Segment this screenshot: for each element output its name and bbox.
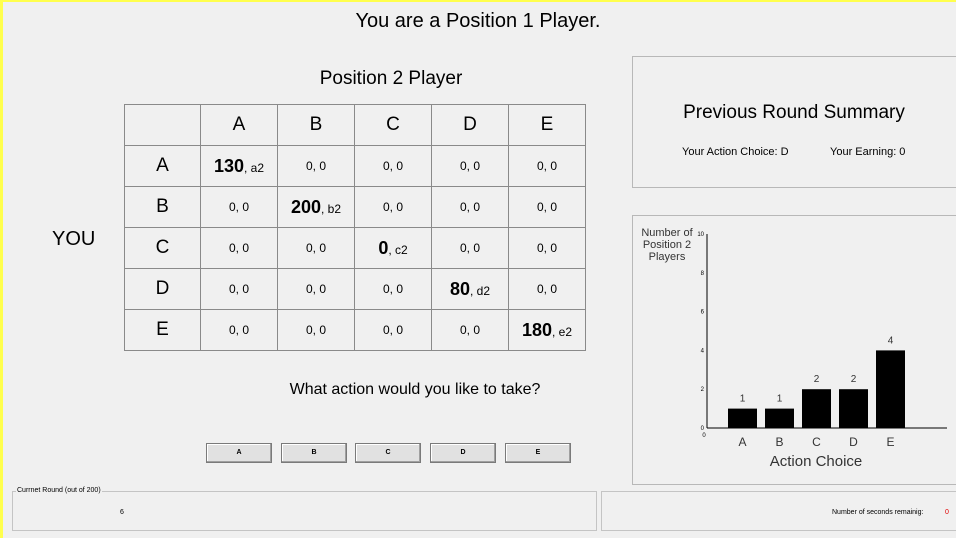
- matrix-col-header: D: [431, 104, 509, 146]
- matrix-cell: 0, 0: [431, 186, 509, 228]
- matrix-cell: 0, 0: [508, 227, 586, 269]
- bar-value-label: 1: [777, 394, 783, 405]
- y-axis-label: Players: [649, 251, 686, 263]
- matrix-row-header: C: [124, 227, 201, 269]
- y-tick-label: 0: [701, 426, 705, 432]
- action-button-a[interactable]: A: [206, 443, 272, 463]
- payoff-separator: ,: [470, 283, 477, 298]
- matrix-cell: 0, 0: [354, 145, 432, 187]
- action-button-c[interactable]: C: [355, 443, 421, 463]
- matrix-cell: 200, b2: [277, 186, 355, 228]
- x-tick-label: D: [849, 435, 858, 449]
- matrix-row-header: D: [124, 268, 201, 310]
- matrix-row-header: E: [124, 309, 201, 351]
- bar: [728, 408, 757, 428]
- matrix-cell: 180, e2: [508, 309, 586, 351]
- action-question: What action would you like to take?: [289, 381, 541, 398]
- matrix-cell: 0, 0: [354, 186, 432, 228]
- payoff-value: 0: [378, 237, 389, 258]
- payoff-symbol: c2: [395, 242, 408, 257]
- action-button-d[interactable]: D: [430, 443, 496, 463]
- matrix-col-header: A: [200, 104, 278, 146]
- x-tick-label: E: [886, 435, 894, 449]
- payoff-separator: ,: [388, 242, 395, 257]
- matrix-col-header: B: [277, 104, 355, 146]
- matrix-cell: 0, 0: [508, 268, 586, 310]
- x-tick-label: C: [812, 435, 821, 449]
- matrix-cell: 0, 0: [200, 186, 278, 228]
- action-button-e[interactable]: E: [505, 443, 571, 463]
- bar-value-label: 1: [740, 394, 746, 405]
- round-value: 6: [120, 509, 124, 516]
- matrix-cell: 0, 0: [200, 268, 278, 310]
- y-tick-label: 10: [697, 232, 704, 238]
- bar: [802, 389, 831, 428]
- payoff-symbol: d2: [476, 283, 491, 298]
- timer-label: Number of seconds remainig:: [832, 509, 924, 516]
- bar-value-label: 2: [851, 374, 857, 385]
- payoff-separator: ,: [321, 201, 328, 216]
- y-tick-label: 6: [701, 310, 705, 316]
- x-axis-label: Action Choice: [770, 453, 863, 470]
- x-tick-label: A: [738, 435, 746, 449]
- matrix-cell: 0, 0: [277, 227, 355, 269]
- matrix-cell: 0, 0: [200, 227, 278, 269]
- timer-value: 0: [945, 509, 949, 516]
- matrix-cell: 0, 0: [277, 268, 355, 310]
- summary-title: Previous Round Summary: [683, 102, 905, 123]
- x-tick-label: B: [775, 435, 783, 449]
- y-tick-label: 2: [701, 387, 705, 393]
- matrix-cell: 80, d2: [431, 268, 509, 310]
- matrix-cell: 0, 0: [508, 186, 586, 228]
- matrix-cell: 0, 0: [508, 145, 586, 187]
- matrix-col-header: E: [508, 104, 586, 146]
- payoff-matrix: A B C D E A 130, a2 0, 0 0, 0 0, 0 0, 0 B 0, 0 200, b…: [124, 104, 586, 351]
- bar-value-label: 4: [888, 335, 894, 346]
- y-axis-label: Position 2: [643, 239, 691, 251]
- bar-value-label: 2: [814, 374, 820, 385]
- action-button-b[interactable]: B: [281, 443, 347, 463]
- payoff-value: 80: [449, 278, 470, 299]
- payoff-value: 200: [290, 196, 321, 217]
- x-origin-label: 0: [702, 433, 706, 439]
- matrix-cell: 0, 0: [431, 227, 509, 269]
- action-choice-chart: Number ofPosition 2Players 0 2 4 6 8 10 0 1 A 1 B 2 C…: [641, 227, 947, 470]
- matrix-cell: 0, 0: [354, 268, 432, 310]
- payoff-value: 130: [213, 155, 244, 176]
- matrix-row-header: A: [124, 145, 201, 187]
- window-frame-left: [0, 0, 3, 538]
- window-frame-top: [0, 0, 956, 2]
- matrix-cell: 0, 0: [431, 145, 509, 187]
- y-axis-label: Number of: [641, 227, 693, 239]
- summary-earning: Your Earning: 0: [830, 146, 906, 158]
- round-panel: [12, 491, 597, 531]
- payoff-value: 180: [521, 319, 552, 340]
- chart-panel: Number of Position 2 Players 0 2 4 6 8 10 0 1 A 1 B 2 C…: [632, 215, 956, 485]
- matrix-cell: 0, c2: [354, 227, 432, 269]
- matrix-cell: 130, a2: [200, 145, 278, 187]
- payoff-symbol: e2: [558, 324, 573, 339]
- matrix-cell: 0, 0: [431, 309, 509, 351]
- summary-action-choice: Your Action Choice: D: [682, 146, 789, 158]
- y-tick-label: 4: [701, 348, 705, 354]
- matrix-col-header: C: [354, 104, 432, 146]
- matrix-cell: 0, 0: [277, 145, 355, 187]
- bar: [765, 408, 794, 428]
- payoff-symbol: b2: [327, 201, 342, 216]
- y-tick-label: 8: [701, 271, 705, 277]
- payoff-separator: ,: [552, 324, 559, 339]
- matrix-row-header: B: [124, 186, 201, 228]
- payoff-symbol: a2: [250, 160, 265, 175]
- matrix-cell: 0, 0: [200, 309, 278, 351]
- page-title: You are a Position 1 Player.: [355, 10, 601, 32]
- round-legend: Currnet Round (out of 200): [16, 487, 102, 494]
- opponent-title: Position 2 Player: [319, 68, 463, 89]
- row-player-label: YOU: [52, 228, 96, 250]
- bar: [839, 389, 868, 428]
- bar: [876, 350, 905, 428]
- payoff-separator: ,: [244, 160, 251, 175]
- matrix-corner-cell: [124, 104, 201, 146]
- matrix-cell: 0, 0: [354, 309, 432, 351]
- matrix-cell: 0, 0: [277, 309, 355, 351]
